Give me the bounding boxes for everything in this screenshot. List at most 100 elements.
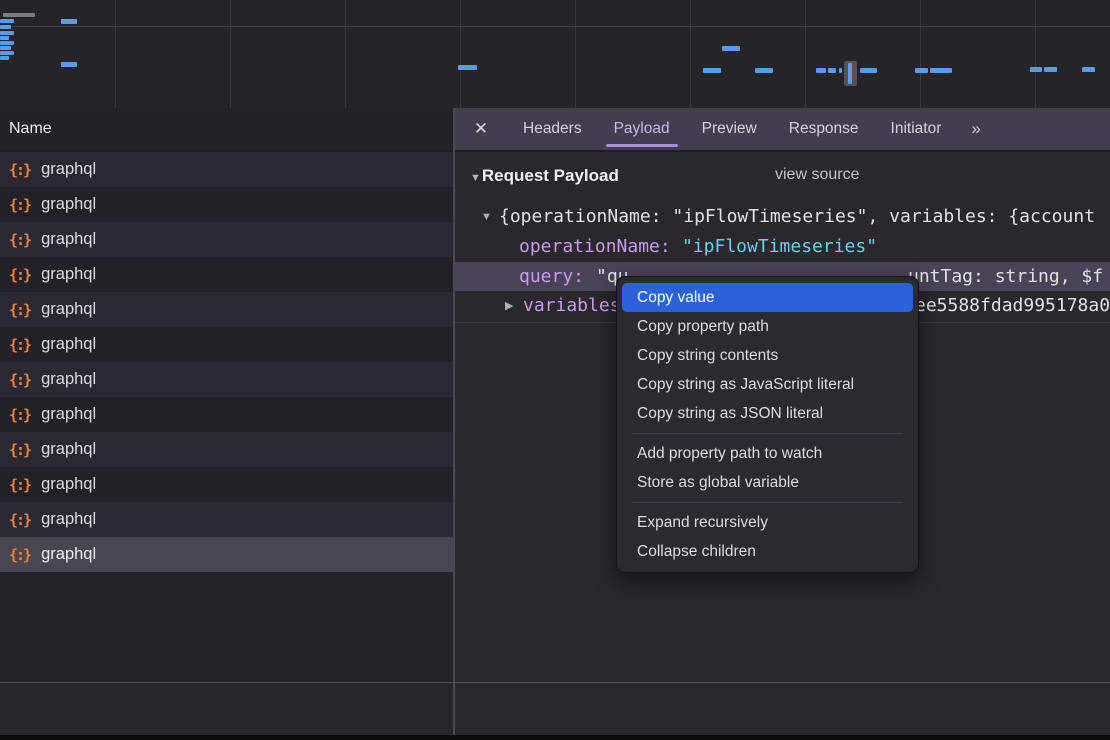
request-list: {:} graphql {:} graphql {:} graphql {:} graphql… xyxy=(0,152,453,682)
tab-strip: HeadersPayloadPreviewResponseInitiator xyxy=(507,108,957,150)
tab-initiator[interactable]: Initiator xyxy=(875,108,958,150)
menu-item[interactable]: Copy string contents xyxy=(622,341,913,370)
property-value: "ipFlowTimeseries" xyxy=(682,233,877,261)
request-payload-section[interactable]: ▼Request Payload xyxy=(470,166,619,186)
active-tab-underline xyxy=(606,144,678,147)
request-row[interactable]: {:} graphql xyxy=(0,467,453,502)
window-bottom-edge xyxy=(0,735,1110,740)
overview-selection-tick xyxy=(848,63,852,84)
request-name: graphql xyxy=(41,405,96,424)
name-column-label: Name xyxy=(0,120,52,138)
overview-request-bar xyxy=(0,36,9,40)
json-braces-icon: {:} xyxy=(9,336,32,354)
overview-request-bar xyxy=(0,56,9,60)
operation-name-row[interactable]: operationName: "ipFlowTimeseries" xyxy=(455,233,1110,261)
close-icon: ✕ xyxy=(474,119,488,139)
overview-gridline xyxy=(1035,0,1036,108)
property-value-right: untTag: string, $f xyxy=(908,262,1103,291)
property-value-right: ee5588fdad995178a0 xyxy=(915,292,1110,320)
overview-request-bar xyxy=(828,68,836,73)
request-name: graphql xyxy=(41,230,96,249)
menu-item[interactable]: Store as global variable xyxy=(622,468,913,497)
overview-request-bar xyxy=(839,68,842,73)
menu-item[interactable]: Expand recursively xyxy=(622,508,913,537)
request-name: graphql xyxy=(41,195,96,214)
overview-request-bar xyxy=(61,62,77,67)
tab-response[interactable]: Response xyxy=(773,108,875,150)
request-row[interactable]: {:}graphql xyxy=(0,397,453,432)
request-name: graphql xyxy=(41,300,96,319)
view-source-link[interactable]: view source xyxy=(775,166,859,184)
json-braces-icon: {:} xyxy=(9,231,32,249)
overview-request-bar xyxy=(915,68,928,73)
overview-gridline xyxy=(460,0,461,108)
overview-request-bar xyxy=(703,68,721,73)
expanded-triangle-icon: ▼ xyxy=(470,172,481,184)
footer-divider xyxy=(0,682,1110,683)
request-name: graphql xyxy=(41,160,96,179)
tab-preview[interactable]: Preview xyxy=(686,108,773,150)
tab-payload[interactable]: Payload xyxy=(598,108,686,150)
chevron-double-right-icon: » xyxy=(971,119,978,139)
overview-gridline xyxy=(115,0,116,108)
overview-request-bar xyxy=(1082,67,1095,72)
tab-headers[interactable]: Headers xyxy=(507,108,598,150)
more-tabs-button[interactable]: » xyxy=(959,108,990,150)
overview-request-bar xyxy=(860,68,877,73)
json-braces-icon: {:} xyxy=(9,196,32,214)
overview-request-bar xyxy=(1030,67,1042,72)
request-row[interactable]: {:} graphql xyxy=(0,327,453,362)
overview-request-bar xyxy=(930,68,952,73)
request-name: graphql xyxy=(41,475,96,494)
request-row[interactable]: {:} graphql xyxy=(0,187,453,222)
json-braces-icon: {:} xyxy=(9,546,32,564)
menu-item[interactable]: Copy string as JSON literal xyxy=(622,399,913,428)
json-braces-icon: {:} xyxy=(9,441,32,459)
request-row[interactable]: {:} graphql xyxy=(0,432,453,467)
overview-request-bar xyxy=(0,51,14,55)
request-name: graphql xyxy=(41,510,96,529)
json-braces-icon: {:} xyxy=(9,266,32,284)
json-braces-icon: {:} xyxy=(9,161,32,179)
json-braces-icon: {:} xyxy=(9,511,32,529)
menu-item[interactable]: Copy string as JavaScript literal xyxy=(622,370,913,399)
object-preview-text: {operationName: "ipFlowTimeseries", vari… xyxy=(499,203,1095,231)
request-name: graphql xyxy=(41,265,96,284)
request-name: graphql xyxy=(41,545,96,564)
overview-request-bar xyxy=(755,68,773,73)
request-row[interactable]: {:}graphql xyxy=(0,292,453,327)
request-row[interactable]: {:}graphql xyxy=(0,362,453,397)
overview-gridline xyxy=(0,26,1110,27)
collapsed-triangle-icon[interactable]: ▶ xyxy=(505,292,513,320)
section-title: Request Payload xyxy=(482,166,619,186)
overview-request-bar xyxy=(0,46,11,50)
menu-item[interactable]: Collapse children xyxy=(622,537,913,566)
menu-item[interactable]: Copy property path xyxy=(622,312,913,341)
request-row[interactable]: {:} graphql xyxy=(0,257,453,292)
request-name: graphql xyxy=(41,440,96,459)
payload-root-row[interactable]: ▼ {operationName: "ipFlowTimeseries", va… xyxy=(455,203,1110,231)
request-row[interactable]: {:} graphql xyxy=(0,502,453,537)
overview-request-bar xyxy=(816,68,826,73)
close-button[interactable]: ✕ xyxy=(455,108,507,150)
overview-request-bar xyxy=(458,65,477,70)
json-braces-icon: {:} xyxy=(9,476,32,494)
request-row[interactable]: {:} graphql xyxy=(0,537,453,572)
network-overview[interactable] xyxy=(0,0,1110,109)
request-name: graphql xyxy=(41,335,96,354)
menu-item[interactable]: Copy value xyxy=(622,283,913,312)
request-row[interactable]: {:} graphql xyxy=(0,222,453,257)
menu-item[interactable]: Add property path to watch xyxy=(622,439,913,468)
overview-request-bar xyxy=(722,46,740,51)
overview-request-bar xyxy=(0,25,11,29)
detail-tabbar: ✕ HeadersPayloadPreviewResponseInitiator… xyxy=(455,108,1110,152)
overview-request-bar xyxy=(61,19,77,24)
property-key: query: xyxy=(519,262,584,291)
menu-separator xyxy=(632,502,903,503)
overview-request-bar xyxy=(1044,67,1057,72)
name-column-header[interactable]: Name xyxy=(0,108,453,152)
overview-request-bar xyxy=(0,41,14,45)
request-name: graphql xyxy=(41,370,96,389)
request-row[interactable]: {:} graphql xyxy=(0,152,453,187)
expanded-triangle-icon[interactable]: ▼ xyxy=(481,203,492,231)
